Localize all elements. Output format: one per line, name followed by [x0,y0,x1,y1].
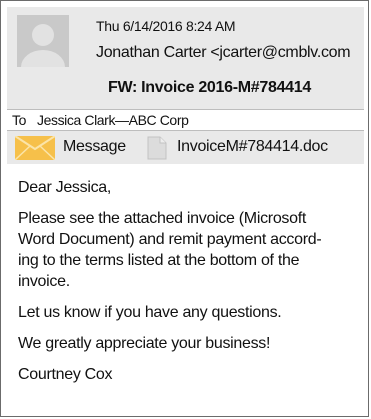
body-line: ing to the terms listed at the bottom of… [18,252,300,269]
body-line: Word Document) and remit payment accord- [18,231,322,248]
message-tab[interactable]: Message [63,138,126,156]
email-window: Thu 6/14/2016 8:24 AM Jonathan Carter <j… [0,0,369,417]
document-icon [147,136,167,160]
attachment-file[interactable]: InvoiceM#784414.doc [177,138,328,156]
sender-address[interactable]: Jonathan Carter <jcarter@cmblv.com [96,44,351,62]
greeting: Dear Jessica, [18,179,112,196]
envelope-icon [15,136,55,160]
person-silhouette-icon [17,15,69,67]
body-paragraph: Please see the attached invoice (Microso… [18,208,353,292]
recipient-row: To Jessica Clark—ABC Corp [7,109,364,131]
body-line: Please see the attached invoice (Microso… [18,210,307,227]
email-body: Dear Jessica, Please see the attached in… [18,177,353,385]
attachment-bar: Message InvoiceM#784414.doc [7,131,364,164]
body-line: We greatly appreciate your business! [18,335,271,352]
recipient-name[interactable]: Jessica Clark—ABC Corp [37,112,189,128]
email-subject: FW: Invoice 2016-M#784414 [108,79,311,96]
email-header: Thu 6/14/2016 8:24 AM Jonathan Carter <j… [7,7,364,109]
sender-avatar [17,15,69,67]
signature: Courtney Cox [18,366,113,383]
to-label: To [12,112,26,128]
sent-date: Thu 6/14/2016 8:24 AM [96,18,236,34]
body-line: Let us know if you have any questions. [18,304,282,321]
body-line: invoice. [18,273,70,290]
